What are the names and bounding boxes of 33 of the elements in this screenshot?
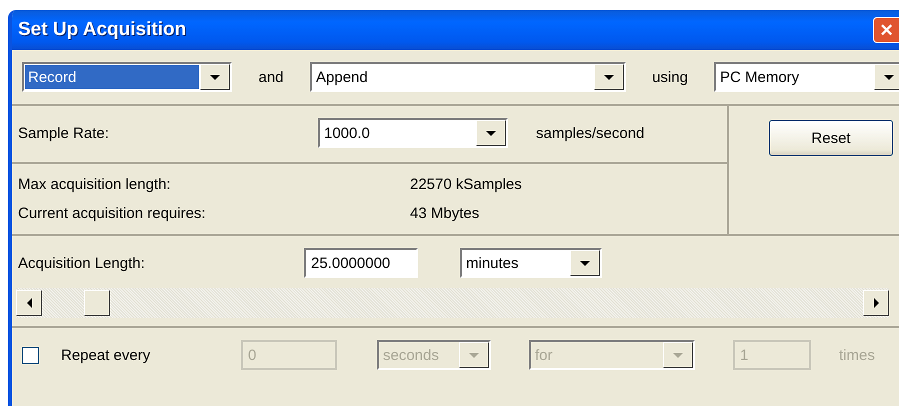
sample-rate-dropdown[interactable]: 1000.0	[318, 118, 508, 148]
repeat-label: Repeat every	[61, 346, 152, 364]
length-slider[interactable]	[16, 288, 889, 318]
and-label: and	[257, 68, 285, 86]
caret-icon	[486, 130, 496, 136]
info-label: Current acquisition requires:	[18, 205, 207, 222]
caret-icon	[210, 74, 220, 80]
unit-label: samples/second	[536, 124, 644, 142]
left-arrow-icon	[26, 298, 32, 308]
action-dropdown[interactable]: Append	[310, 62, 626, 92]
caret-icon	[580, 260, 590, 266]
window-title: Set Up Acquisition	[18, 19, 186, 41]
reset-button[interactable]: Reset	[769, 120, 893, 156]
caret-icon	[673, 352, 683, 358]
unit-dropdown[interactable]: minutes	[460, 248, 602, 278]
info-value: 43 Mbytes	[410, 205, 480, 222]
info-label: Max acquisition length:	[18, 176, 172, 193]
length-field[interactable]: 25.0000000	[304, 248, 418, 278]
scroll-right-button[interactable]	[863, 290, 889, 316]
caret-icon	[604, 74, 614, 80]
right-arrow-icon	[874, 298, 878, 308]
info-value: 22570 kSamples	[410, 176, 522, 193]
caret-icon	[469, 352, 479, 358]
acquisition-length-label: Acquisition Length:	[18, 254, 146, 272]
sample-rate-label: Sample Rate:	[18, 124, 110, 142]
caret-icon	[884, 74, 894, 80]
mode-dropdown[interactable]: Record	[22, 62, 232, 92]
scroll-left-button[interactable]	[16, 290, 42, 316]
close-button[interactable]: ✕	[873, 17, 899, 43]
using-label: using	[651, 68, 689, 86]
times-label: times	[839, 346, 875, 364]
slider-thumb[interactable]	[84, 290, 110, 316]
storage-dropdown[interactable]: PC Memory	[714, 62, 899, 92]
